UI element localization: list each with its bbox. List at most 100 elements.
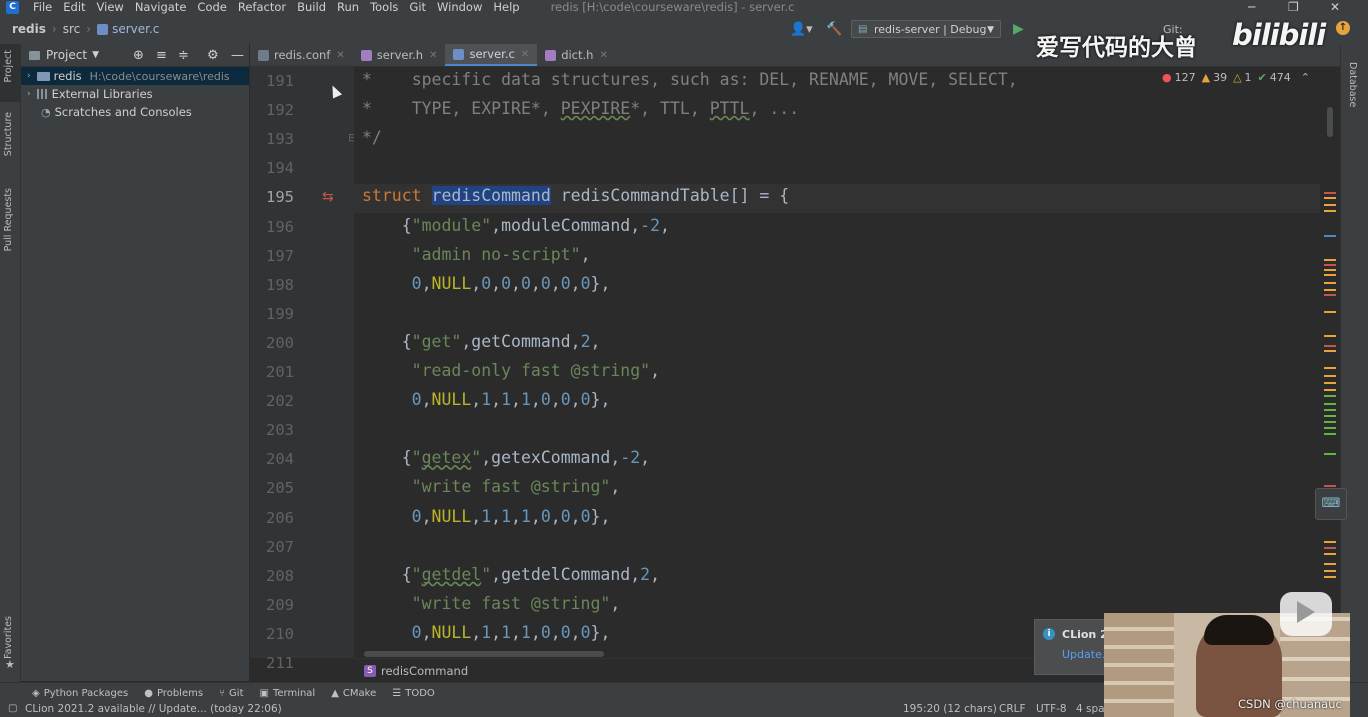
ai-assistant-icon[interactable]: ⌨ (1315, 488, 1347, 520)
tab-redis-conf[interactable]: redis.conf ✕ (250, 44, 353, 66)
inspection-marker[interactable] (1324, 453, 1336, 455)
navigate-to-declaration-icon[interactable]: ⇆ (322, 189, 334, 205)
python-packages-tab[interactable]: ◈ Python Packages (32, 688, 128, 699)
chevron-up-icon[interactable]: ⌃ (1301, 71, 1310, 84)
scrollbar-thumb[interactable] (1327, 107, 1333, 137)
tab-server-c[interactable]: server.c ✕ (445, 44, 538, 66)
todo-tab[interactable]: ☰ TODO (392, 688, 435, 699)
collapse-all-icon[interactable]: ≑ (178, 48, 189, 63)
close-icon[interactable]: ✕ (521, 49, 529, 60)
tab-server-h[interactable]: server.h ✕ (353, 44, 446, 66)
inspection-marker[interactable] (1324, 274, 1336, 276)
inspection-marker[interactable] (1324, 282, 1336, 284)
inspection-marker[interactable] (1324, 570, 1336, 572)
tree-item-external-libraries[interactable]: › External Libraries (21, 85, 249, 103)
menu-git[interactable]: Git (409, 0, 426, 14)
inspection-marker[interactable] (1324, 210, 1336, 212)
inspection-marker[interactable] (1324, 409, 1336, 411)
update-available-icon[interactable]: ↑ (1336, 21, 1350, 35)
inspection-marker[interactable] (1324, 197, 1336, 199)
problems-tab[interactable]: ● Problems (144, 688, 203, 699)
terminal-tab[interactable]: ▣ Terminal (260, 688, 316, 699)
horizontal-scrollbar[interactable] (364, 651, 604, 657)
favorites-tool-label[interactable]: Favorites (3, 616, 14, 659)
inspection-marker[interactable] (1324, 433, 1336, 435)
inspections-widget[interactable]: ● 127 ▲ 39 △ 1 ✔ 474 ⌃ ⌄ (1162, 71, 1327, 84)
locate-file-icon[interactable]: ⊕ (133, 48, 144, 63)
menu-build[interactable]: Build (297, 0, 326, 14)
cmake-tab[interactable]: ▲ CMake (331, 688, 376, 699)
chevron-right-icon[interactable]: › (27, 71, 31, 81)
inspection-marker[interactable] (1324, 395, 1336, 397)
inspection-marker[interactable] (1324, 345, 1336, 347)
menu-tools[interactable]: Tools (370, 0, 398, 14)
menu-code[interactable]: Code (197, 0, 226, 14)
inspection-marker[interactable] (1324, 350, 1336, 352)
status-message[interactable]: CLion 2021.2 available // Update... (tod… (25, 703, 282, 715)
inspection-marker[interactable] (1324, 576, 1336, 578)
inspection-marker[interactable] (1324, 403, 1336, 405)
menu-navigate[interactable]: Navigate (135, 0, 187, 14)
inspection-marker[interactable] (1324, 335, 1336, 337)
inspection-marker[interactable] (1324, 204, 1336, 206)
chevron-down-icon[interactable]: ▼ (92, 50, 99, 60)
inspection-marker[interactable] (1324, 553, 1336, 555)
inspection-marker[interactable] (1324, 389, 1336, 391)
line-separator[interactable]: CRLF (999, 703, 1026, 715)
caret-position[interactable]: 195:20 (12 chars) (903, 703, 997, 715)
user-icon[interactable]: 👤▾ (790, 22, 813, 37)
inspection-marker[interactable] (1324, 311, 1336, 313)
chevron-right-icon[interactable]: › (27, 89, 31, 99)
file-encoding[interactable]: UTF-8 (1036, 703, 1067, 715)
inspection-marker[interactable] (1324, 415, 1336, 417)
error-stripe[interactable] (1320, 67, 1340, 658)
menu-view[interactable]: View (97, 0, 124, 14)
gear-icon[interactable]: ⚙ (207, 48, 219, 63)
inspection-marker[interactable] (1324, 235, 1336, 237)
inspection-marker[interactable] (1324, 367, 1336, 369)
close-window-button[interactable]: ✕ (1330, 0, 1340, 14)
tree-item-scratches[interactable]: ◔ Scratches and Consoles (21, 103, 249, 121)
menu-window[interactable]: Window (437, 0, 482, 14)
nav-crumb-file[interactable]: server.c (112, 22, 159, 36)
inspection-marker[interactable] (1324, 289, 1336, 291)
close-icon[interactable]: ✕ (336, 50, 344, 61)
inspection-marker[interactable] (1324, 269, 1336, 271)
nav-crumb-project[interactable]: redis (12, 22, 46, 36)
hide-panel-icon[interactable]: — (231, 48, 244, 63)
close-icon[interactable]: ✕ (429, 50, 437, 61)
breadcrumb-symbol[interactable]: redisCommand (381, 664, 468, 678)
menu-help[interactable]: Help (493, 0, 519, 14)
inspection-marker[interactable] (1324, 375, 1336, 377)
inspection-marker[interactable] (1324, 259, 1336, 261)
project-tool-button[interactable]: Project (0, 44, 20, 102)
run-icon[interactable]: ▶ (1013, 21, 1024, 37)
inspection-marker[interactable] (1324, 192, 1336, 194)
menu-edit[interactable]: Edit (63, 0, 85, 14)
code-editor[interactable]: * specific data structures, such as: DEL… (354, 67, 1326, 658)
nav-crumb-src[interactable]: src (63, 22, 81, 36)
database-tool-label[interactable]: Database (1347, 62, 1358, 107)
menu-refactor[interactable]: Refactor (238, 0, 286, 14)
build-hammer-icon[interactable]: 🔨 (826, 22, 842, 37)
minimize-button[interactable]: ─ (1248, 0, 1255, 14)
pull-requests-tool-label[interactable]: Pull Requests (3, 188, 14, 251)
inspection-marker[interactable] (1324, 294, 1336, 296)
inspection-marker[interactable] (1324, 541, 1336, 543)
maximize-button[interactable]: ❐ (1288, 0, 1299, 14)
expand-all-icon[interactable]: ≡ (156, 48, 167, 63)
git-tab[interactable]: ⑂ Git (219, 688, 243, 699)
inspection-marker[interactable] (1324, 427, 1336, 429)
tree-item-redis[interactable]: › redis H:\code\courseware\redis (21, 67, 249, 85)
tab-dict-h[interactable]: dict.h ✕ (537, 44, 616, 66)
inspection-marker[interactable] (1324, 547, 1336, 549)
menu-run[interactable]: Run (337, 0, 359, 14)
inspection-marker[interactable] (1324, 421, 1336, 423)
menu-file[interactable]: File (33, 0, 52, 14)
inspection-marker[interactable] (1324, 563, 1336, 565)
project-view-select[interactable]: Project (46, 48, 87, 62)
run-config-select[interactable]: ▤ redis-server | Debug ▼ (851, 20, 1001, 38)
close-icon[interactable]: ✕ (599, 50, 607, 61)
indent-setting[interactable]: 4 spa (1076, 703, 1105, 715)
structure-tool-label[interactable]: Structure (3, 112, 14, 156)
